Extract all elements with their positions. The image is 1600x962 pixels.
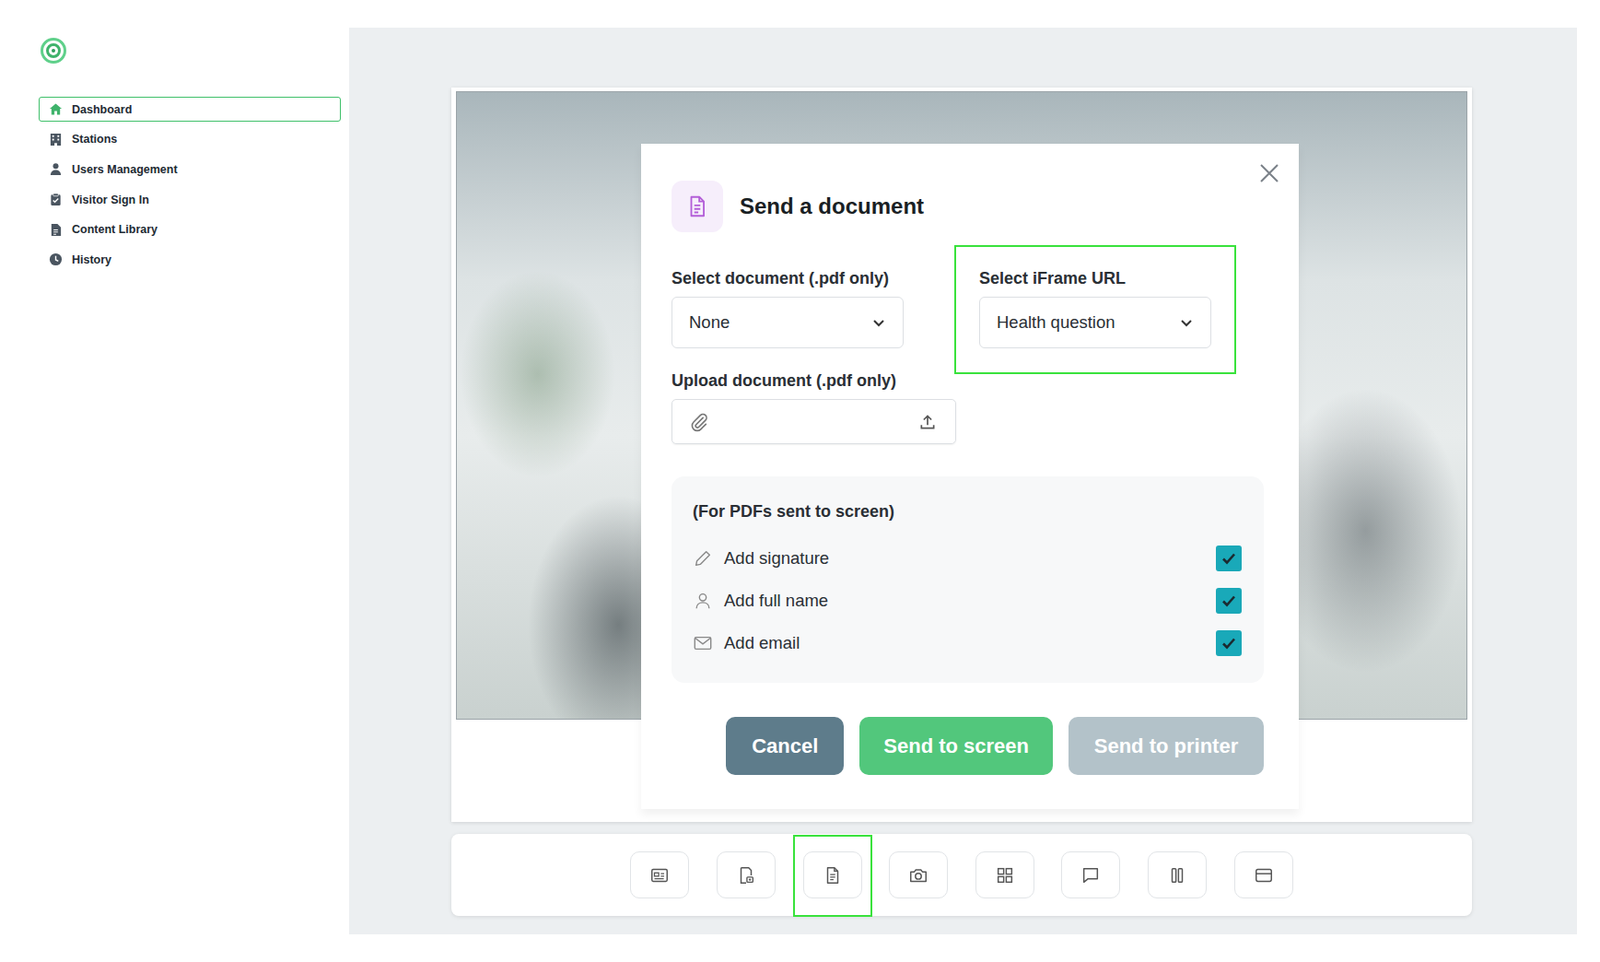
toolbar-button[interactable] [716, 851, 776, 899]
toolbar-button[interactable] [1061, 851, 1121, 899]
dialog-title: Send a document [739, 193, 924, 220]
document-icon [822, 864, 843, 886]
sidebar-item-label: Dashboard [71, 103, 132, 117]
toolbar-button[interactable] [888, 851, 948, 899]
field-label: Upload document (.pdf only) [671, 370, 957, 391]
checkbox[interactable] [1215, 587, 1242, 614]
option-label: Add full name [724, 590, 1205, 611]
option-row[interactable]: Add email [692, 621, 1242, 665]
person-icon [692, 590, 713, 611]
dialog-buttons: Cancel Send to screen Send to printer [671, 716, 1264, 775]
home-icon [48, 102, 63, 117]
iframe-column: Select iFrame URL Health question [979, 268, 1212, 349]
field-label: Select iFrame URL [979, 268, 1212, 289]
primary-button[interactable]: Send to screen [859, 716, 1053, 775]
sidebar-item[interactable]: Stations [38, 127, 341, 152]
document-scan-icon [735, 864, 757, 886]
field-label: Select document (.pdf only) [671, 268, 957, 289]
sidebar-nav: Dashboard Stations Users Management Visi… [38, 96, 341, 272]
chat-icon [1080, 864, 1101, 886]
select-value: None [689, 312, 730, 333]
option-row[interactable]: Add full name [692, 579, 1242, 622]
checkmark-icon [1219, 633, 1238, 653]
send-document-dialog: Send a document Select document (.pdf on… [641, 143, 1299, 809]
chevron-down-icon [1179, 315, 1194, 330]
dialog-fields: Select document (.pdf only) None Upload … [671, 268, 1264, 444]
checkmark-icon [1219, 548, 1238, 568]
file-icon [48, 222, 63, 237]
document-column: Select document (.pdf only) None Upload … [671, 268, 957, 444]
mail-icon [692, 632, 713, 654]
camera-icon [908, 864, 929, 886]
toolbar-button[interactable] [630, 851, 690, 899]
building-icon [48, 132, 63, 147]
video-card: Send a document Select document (.pdf on… [451, 87, 1472, 822]
pen-icon [692, 548, 713, 569]
paperclip-icon [689, 411, 710, 433]
sidebar: Dashboard Stations Users Management Visi… [0, 0, 350, 962]
sidebar-item-label: History [71, 253, 112, 267]
iframe-select[interactable]: Health question [979, 296, 1212, 349]
sidebar-item[interactable]: Content Library [38, 217, 341, 243]
sidebar-item-label: Content Library [71, 222, 158, 236]
document-select[interactable]: None [671, 296, 904, 349]
sidebar-item[interactable]: History [38, 246, 341, 272]
user-icon [48, 162, 63, 176]
upload-icon[interactable] [918, 412, 937, 432]
main-area: Send a document Select document (.pdf on… [349, 27, 1577, 935]
columns-icon [1167, 864, 1188, 886]
sidebar-item[interactable]: Visitor Sign In [38, 186, 341, 212]
checkmark-icon [1219, 591, 1238, 610]
primary-button: Send to printer [1068, 716, 1264, 775]
toolbar-button[interactable] [1147, 851, 1207, 899]
id-card-icon [649, 864, 670, 886]
checkbox[interactable] [1215, 630, 1242, 656]
dialog-header: Send a document [671, 180, 1264, 233]
clipboard-icon [48, 192, 63, 207]
sidebar-item[interactable]: Dashboard [38, 96, 341, 122]
checkbox[interactable] [1215, 545, 1242, 572]
clock-icon [48, 252, 63, 267]
sidebar-item-label: Visitor Sign In [71, 193, 150, 207]
sidebar-item-label: Users Management [71, 163, 178, 176]
cancel-button[interactable]: Cancel [725, 716, 844, 775]
pdf-options: (For PDFs sent to screen) Add signature … [671, 476, 1264, 683]
sidebar-item-label: Stations [71, 132, 117, 146]
toolbar-button[interactable] [1234, 851, 1294, 899]
toolbar-button[interactable] [803, 851, 863, 899]
select-value: Health question [996, 312, 1116, 333]
toolbar-button[interactable] [975, 851, 1035, 899]
option-label: Add signature [724, 548, 1205, 569]
close-icon[interactable] [1259, 163, 1280, 184]
grid-icon [994, 864, 1016, 886]
options-heading: (For PDFs sent to screen) [692, 501, 1242, 522]
app: Dashboard Stations Users Management Visi… [0, 0, 1600, 962]
chevron-down-icon [871, 315, 887, 330]
upload-field[interactable] [671, 398, 957, 444]
option-row[interactable]: Add signature [692, 537, 1242, 580]
logo-icon[interactable] [39, 36, 68, 65]
option-label: Add email [724, 632, 1205, 654]
sidebar-item[interactable]: Users Management [38, 156, 341, 182]
stage: Send a document Select document (.pdf on… [349, 27, 1577, 916]
toolbar [451, 833, 1472, 916]
document-icon [671, 180, 724, 233]
card-icon [1253, 864, 1274, 886]
